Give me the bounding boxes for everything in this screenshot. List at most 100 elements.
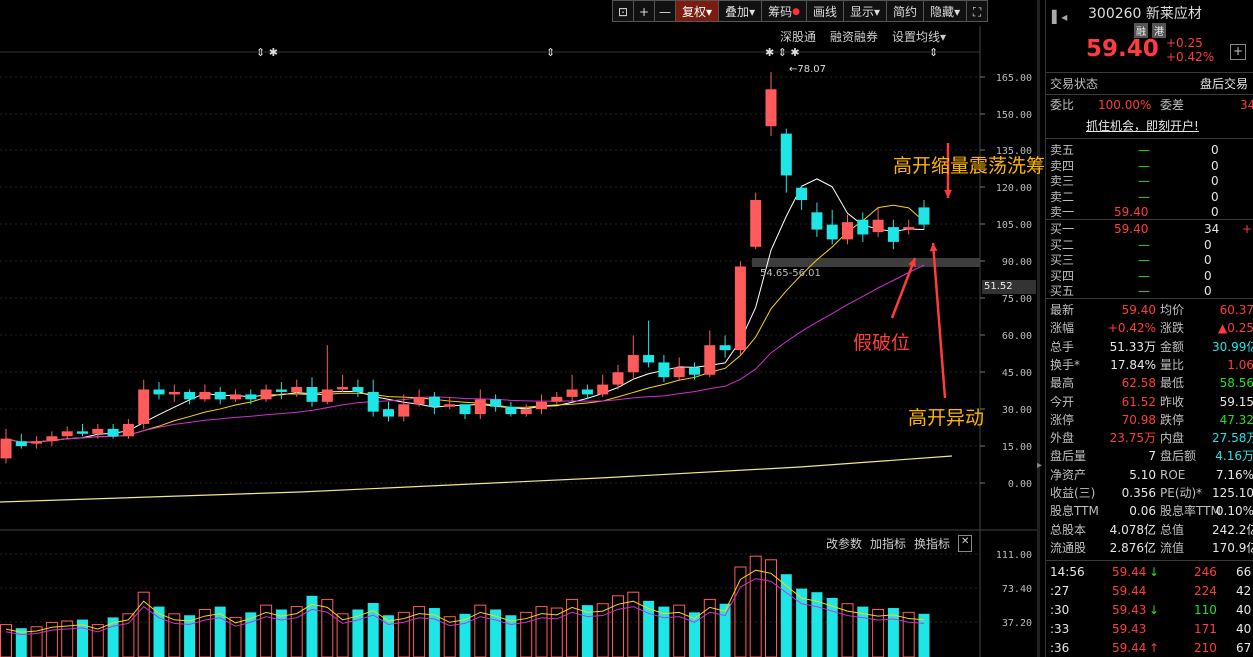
lock-icon[interactable]: ⊡ bbox=[612, 0, 634, 22]
bid-label: 买四 bbox=[1050, 268, 1075, 283]
volume-bar bbox=[153, 606, 165, 657]
candle-body bbox=[765, 89, 777, 127]
candle-body bbox=[872, 219, 884, 233]
tick-time: :30 bbox=[1050, 603, 1070, 617]
sgt-link[interactable]: 深股通 bbox=[780, 28, 816, 45]
quote-label: 收益(三) bbox=[1050, 486, 1096, 500]
volume-tick-label: 111.00 bbox=[996, 550, 1032, 561]
tick-direction: ↓ bbox=[1149, 603, 1160, 617]
event-marker[interactable]: ⇕ ✱ bbox=[256, 46, 278, 59]
event-marker[interactable]: ✱ ⇕ ✱ bbox=[765, 46, 800, 59]
ask-price[interactable]: — bbox=[1138, 173, 1150, 189]
quote-label: 涨跌 bbox=[1160, 321, 1185, 336]
volume-toolbar: 改参数 加指标 换指标 ✕ bbox=[826, 535, 973, 552]
simple-button[interactable]: 简约 bbox=[886, 0, 925, 22]
tick-price: 59.43 bbox=[1112, 622, 1147, 636]
ask-price[interactable]: — bbox=[1138, 142, 1150, 158]
overlay-button[interactable]: 叠加▾ bbox=[718, 0, 763, 22]
chips-button[interactable]: 筹码● bbox=[761, 0, 807, 22]
tick-volume: 224 bbox=[1194, 584, 1217, 598]
bid-price[interactable]: — bbox=[1138, 252, 1150, 268]
candle-body bbox=[627, 355, 639, 373]
ask-price[interactable]: 59.40 bbox=[1114, 204, 1148, 220]
quote-label: 昨收 bbox=[1160, 394, 1185, 409]
volume-bar bbox=[719, 603, 731, 657]
moving-average-lines bbox=[0, 178, 953, 503]
hide-button[interactable]: 隐藏▾ bbox=[923, 0, 968, 22]
high-price-label: ←78.07 bbox=[789, 64, 827, 75]
event-marker[interactable]: ⇕ bbox=[929, 46, 938, 59]
add-indicator-button[interactable]: 加指标 bbox=[870, 535, 906, 552]
draw-line-button[interactable]: 画线 bbox=[805, 0, 844, 22]
quote-value: 51.33万 bbox=[1109, 339, 1156, 354]
volume-bar bbox=[550, 607, 563, 657]
candle-body bbox=[612, 372, 624, 385]
candle-body bbox=[260, 389, 272, 400]
back-icon[interactable]: ▌◂ bbox=[1052, 10, 1067, 24]
candle-body bbox=[77, 431, 88, 434]
candle-body bbox=[796, 187, 808, 201]
bid-volume: 0 bbox=[1204, 268, 1212, 283]
quote-value: 0.356 bbox=[1121, 486, 1156, 500]
close-icon[interactable]: ✕ bbox=[958, 535, 973, 552]
volume-bar bbox=[490, 609, 502, 657]
ask-volume: 0 bbox=[1211, 189, 1219, 204]
ask-price[interactable]: — bbox=[1138, 158, 1150, 174]
quote-value: 27.58万 bbox=[1212, 431, 1253, 446]
ask-label: 卖二 bbox=[1050, 189, 1075, 204]
volume-bar bbox=[780, 574, 792, 657]
quote-value: 47.32 bbox=[1219, 412, 1253, 427]
candle-body bbox=[689, 367, 700, 375]
candle-body bbox=[597, 384, 609, 395]
bid-label: 买五 bbox=[1050, 284, 1075, 298]
tick-price: 59.43 bbox=[1112, 603, 1147, 617]
bid-price[interactable]: — bbox=[1138, 237, 1150, 253]
promo-link[interactable]: 抓住机会，即刻开户! bbox=[1086, 118, 1199, 134]
candle-body bbox=[811, 212, 823, 230]
ma-setting-link[interactable]: 设置均线▾ bbox=[892, 28, 946, 45]
bid-label: 买一 bbox=[1050, 222, 1075, 236]
candle-body bbox=[719, 345, 731, 351]
quote-value: 4.078亿 bbox=[1109, 522, 1156, 537]
bid-price[interactable]: — bbox=[1138, 283, 1150, 299]
quote-value: 17.84% bbox=[1110, 357, 1156, 372]
margin-link[interactable]: 融资融券 bbox=[830, 28, 878, 45]
tick-count: 67 bbox=[1236, 641, 1252, 655]
bid-volume: 0 bbox=[1204, 284, 1212, 298]
quote-label: 最新 bbox=[1050, 303, 1075, 317]
quote-value: 61.52 bbox=[1121, 394, 1156, 409]
candle-body bbox=[520, 409, 532, 415]
ask-label: 卖三 bbox=[1050, 174, 1075, 188]
quote-value: 62.58 bbox=[1121, 376, 1156, 391]
quote-value: 7 bbox=[1148, 449, 1156, 464]
quote-value: 23.75万 bbox=[1109, 431, 1156, 446]
zoom-in-icon[interactable]: + bbox=[633, 0, 655, 22]
bid-price[interactable]: — bbox=[1138, 268, 1150, 284]
bid-volume: 34 bbox=[1204, 222, 1220, 236]
event-marker[interactable]: ⇕ bbox=[546, 46, 555, 59]
candle-body bbox=[444, 404, 456, 407]
collapse-icon[interactable]: ▸ bbox=[1037, 460, 1042, 471]
add-watchlist-icon[interactable]: + bbox=[1230, 44, 1246, 60]
fullscreen-icon[interactable]: ⛶ bbox=[966, 0, 989, 22]
zoom-out-icon[interactable]: — bbox=[654, 0, 676, 22]
bid-price[interactable]: 59.40 bbox=[1114, 221, 1148, 237]
ask-price[interactable]: — bbox=[1138, 189, 1150, 205]
candle-body bbox=[566, 389, 578, 397]
tick-time: 14:56 bbox=[1050, 565, 1085, 579]
ask-volume: 0 bbox=[1211, 174, 1219, 188]
candle-body bbox=[199, 391, 211, 400]
edit-params-button[interactable]: 改参数 bbox=[826, 535, 862, 552]
price-tick-label: 0.00 bbox=[1008, 479, 1032, 490]
weibi-label: 委比 bbox=[1050, 98, 1075, 112]
bid-volume: 0 bbox=[1204, 253, 1212, 267]
candle-body bbox=[490, 399, 502, 407]
switch-indicator-button[interactable]: 换指标 bbox=[914, 535, 950, 552]
fuquan-button[interactable]: 复权▾ bbox=[675, 0, 720, 22]
quote-label: 跌停 bbox=[1160, 412, 1185, 427]
quote-label: 盘后额 bbox=[1160, 449, 1197, 464]
candle-body bbox=[291, 387, 303, 392]
tick-volume: 210 bbox=[1194, 641, 1217, 655]
volume-bar bbox=[765, 559, 777, 657]
display-button[interactable]: 显示▾ bbox=[842, 0, 888, 22]
